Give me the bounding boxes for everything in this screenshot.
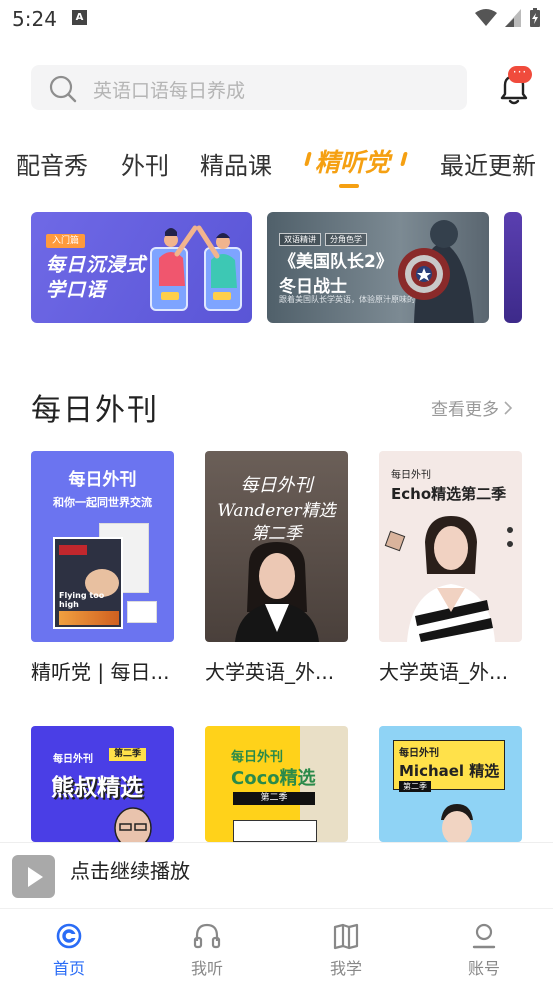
course-card[interactable]: 每日外刊 Echo精选第二季 大学英语_外... (379, 451, 522, 684)
cover-title: 熊叔精选 (51, 775, 143, 801)
banner-carousel[interactable]: 入门篇 每日沉浸式 学口语 双语精讲 分角色学 《美国队长2》 冬日战士 跟着美… (0, 212, 553, 323)
nav-label: 账号 (467, 959, 500, 978)
nav-label: 我听 (190, 959, 223, 978)
host-portrait (235, 542, 319, 642)
nav-label: 我学 (329, 959, 362, 978)
course-cover: 每日外刊 和你一起同世界交流 Flying too high (31, 451, 174, 642)
notification-badge: ··· (508, 66, 532, 83)
course-card[interactable]: 每日外刊 和你一起同世界交流 Flying too high 精听党 | 每日.… (31, 451, 174, 684)
captain-america-illustration (398, 220, 474, 323)
high-five-illustration (150, 225, 242, 311)
magazine-image: Flying too high (53, 537, 123, 629)
cover-line3: 第二季 (251, 524, 302, 544)
view-more-label: 查看更多 (431, 400, 499, 420)
cover-title: Coco精选 (231, 768, 316, 789)
nav-listen[interactable]: 我听 (167, 921, 247, 979)
banner-tag: 入门篇 (46, 234, 86, 248)
tab-active-deco-right (400, 152, 408, 166)
lanterns-image (59, 611, 119, 625)
cover-small-label: 每日外刊 (399, 748, 439, 759)
book-icon (333, 923, 359, 950)
banner-captain-america[interactable]: 双语精讲 分角色学 《美国队长2》 冬日战士 跟着美国队长学英语，体验原汁原味的… (267, 212, 489, 323)
nav-account[interactable]: 账号 (444, 921, 524, 979)
tab-active-indicator (339, 184, 359, 188)
nav-learn[interactable]: 我学 (306, 921, 386, 979)
tab-dubbing[interactable]: 配音秀 (16, 146, 88, 181)
card-title: 精听党 | 每日... (31, 660, 170, 684)
course-card[interactable]: 每日外刊 Michael 精选 第二季 (379, 726, 522, 842)
cover-title: 每日外刊 (68, 470, 137, 490)
magazine-caption: Flying too high (59, 591, 105, 609)
cover-title: Echo精选第二季 (391, 485, 507, 503)
tab-recent-updates[interactable]: 最近更新 (440, 146, 536, 181)
banner-title-line2: 学口语 (46, 279, 107, 301)
course-cover: 每日外刊 第二季 熊叔精选 (31, 726, 174, 842)
category-tabs: 配音秀 外刊 精品课 精听党 最近更新 (0, 140, 553, 190)
status-bar: 5:24 A (0, 0, 553, 38)
cover-title: Michael 精选 (399, 762, 500, 780)
course-card[interactable]: 每日外刊 第二季 熊叔精选 (31, 726, 174, 842)
banner-daily-speaking[interactable]: 入门篇 每日沉浸式 学口语 (31, 212, 252, 323)
user-icon (472, 923, 496, 949)
cover-season-badge: 第二季 (233, 792, 315, 805)
cover-small-label: 每日外刊 (391, 470, 431, 481)
course-card[interactable]: 每日外刊 Coco精选 第二季 (205, 726, 348, 842)
course-card[interactable]: 每日外刊 Wanderer精选 第二季 大学英语_外... (205, 451, 348, 684)
course-cover: 每日外刊 Wanderer精选 第二季 (205, 451, 348, 642)
cover-season-badge: 第二季 (399, 781, 431, 792)
host-portrait (441, 804, 473, 842)
wifi-icon (475, 9, 497, 26)
cover-subtitle: 和你一起同世界交流 (53, 496, 152, 509)
section-title: 每日外刊 (31, 393, 159, 428)
headphones-icon (193, 923, 221, 949)
tab-intensive-listening[interactable]: 精听党 (315, 143, 390, 179)
search-icon (49, 75, 77, 103)
tab-active-deco-left (304, 152, 312, 166)
course-cover: 每日外刊 Echo精选第二季 (379, 451, 522, 642)
status-time: 5:24 (12, 7, 57, 31)
cover-small-label: 每日外刊 (53, 754, 93, 765)
chevron-right-icon (504, 400, 513, 415)
banner-title-line1: 每日沉浸式 (46, 254, 147, 276)
signal-icon (505, 9, 521, 27)
search-placeholder: 英语口语每日养成 (93, 80, 246, 102)
nav-home[interactable]: 首页 (29, 921, 109, 979)
nav-label: 首页 (52, 959, 85, 978)
course-cover: 每日外刊 Coco精选 第二季 (205, 726, 348, 842)
battery-charging-icon (530, 8, 540, 27)
mini-player[interactable]: 点击继续播放 (0, 842, 553, 908)
cover-photo-frame (233, 820, 317, 842)
continue-playing-text[interactable]: 点击继续播放 (70, 855, 190, 884)
status-icons (475, 8, 541, 28)
home-icon (56, 923, 82, 949)
course-cover: 每日外刊 Michael 精选 第二季 (379, 726, 522, 842)
clipping-image (127, 601, 157, 623)
bottom-navigation: 首页 我听 我学 账号 (0, 908, 553, 984)
cover-line2: Wanderer精选 (217, 501, 336, 521)
card-title: 大学英语_外... (205, 660, 335, 684)
cover-season-badge: 第二季 (109, 748, 147, 761)
banner-next-peek[interactable] (504, 212, 522, 323)
play-icon[interactable] (12, 855, 55, 898)
cover-small-label: 每日外刊 (231, 750, 284, 765)
view-more-link[interactable]: 查看更多 (431, 395, 513, 420)
banner-tag-2: 分角色学 (325, 233, 367, 246)
card-title: 大学英语_外... (379, 660, 509, 684)
cover-line1: 每日外刊 (240, 475, 313, 496)
search-input[interactable]: 英语口语每日养成 (31, 65, 467, 110)
keyboard-icon: A (72, 10, 87, 25)
tab-foreign-press[interactable]: 外刊 (121, 146, 169, 181)
banner-movie-title: 《美国队长2》 (279, 252, 393, 272)
magazine-logo (59, 545, 87, 555)
banner-tag-1: 双语精讲 (279, 233, 321, 246)
host-portrait (114, 807, 152, 842)
tab-premium-courses[interactable]: 精品课 (200, 146, 272, 181)
host-portrait (407, 516, 495, 642)
banner-tags: 双语精讲 分角色学 (279, 233, 367, 246)
